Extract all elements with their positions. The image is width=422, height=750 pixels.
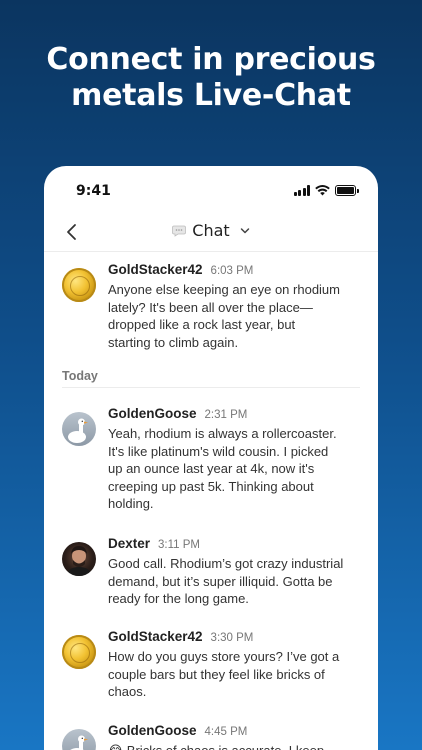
author-name[interactable]: GoldenGoose bbox=[108, 406, 197, 421]
chat-bubble-icon bbox=[172, 225, 187, 237]
timestamp: 4:45 PM bbox=[204, 726, 248, 738]
message-text: Anyone else keeping an eye on rhodium la… bbox=[108, 282, 340, 350]
avatar[interactable] bbox=[62, 412, 96, 446]
channel-selector[interactable]: Chat bbox=[44, 221, 378, 240]
message-text: 😂 Bricks of chaos is accurate. I keep bbox=[108, 742, 366, 750]
person-photo-icon bbox=[66, 546, 92, 576]
avatar[interactable] bbox=[62, 635, 96, 669]
divider-line bbox=[62, 387, 360, 388]
wifi-icon bbox=[315, 185, 330, 196]
timestamp: 3:30 PM bbox=[210, 632, 254, 644]
chevron-down-icon bbox=[240, 227, 249, 233]
day-divider: Today bbox=[62, 367, 360, 388]
status-bar: 9:41 bbox=[44, 166, 378, 212]
goose-icon bbox=[68, 418, 88, 443]
avatar[interactable] bbox=[62, 729, 96, 750]
message-header: GoldStacker42 6:03 PM bbox=[108, 262, 253, 277]
message-text: Yeah, rhodium is always a rollercoaster.… bbox=[108, 426, 337, 511]
headline-line-1: Connect in precious bbox=[46, 42, 376, 77]
message-text: Good call. Rhodium’s got crazy industria… bbox=[108, 556, 344, 606]
avatar[interactable] bbox=[62, 542, 96, 576]
chat-title: Chat bbox=[192, 221, 230, 240]
author-name[interactable]: GoldStacker42 bbox=[108, 262, 203, 277]
author-name[interactable]: GoldenGoose bbox=[108, 723, 197, 738]
phone-screen: 9:41 Chat GoldStacker42 6:03 PM Anyone e… bbox=[44, 166, 378, 750]
message-text: How do you guys store yours? I’ve got a … bbox=[108, 649, 340, 699]
day-divider-label: Today bbox=[62, 369, 98, 383]
status-icons bbox=[293, 184, 359, 196]
author-name[interactable]: GoldStacker42 bbox=[108, 629, 203, 644]
headline: Connect in precious metals Live-Chat bbox=[0, 42, 422, 114]
message-header: Dexter 3:11 PM bbox=[108, 536, 200, 551]
status-time: 9:41 bbox=[76, 183, 111, 199]
goose-icon bbox=[70, 735, 88, 750]
headline-line-2: metals Live-Chat bbox=[71, 78, 351, 113]
cellular-signal-icon bbox=[293, 185, 310, 196]
timestamp: 6:03 PM bbox=[210, 265, 254, 277]
author-name[interactable]: Dexter bbox=[108, 536, 150, 551]
avatar[interactable] bbox=[62, 268, 96, 302]
timestamp: 2:31 PM bbox=[204, 409, 248, 421]
battery-icon bbox=[335, 185, 359, 196]
message-header: GoldenGoose 4:45 PM bbox=[108, 723, 247, 738]
message-header: GoldenGoose 2:31 PM bbox=[108, 406, 247, 421]
timestamp: 3:11 PM bbox=[158, 539, 201, 551]
message-header: GoldStacker42 3:30 PM bbox=[108, 629, 253, 644]
nav-bar: Chat bbox=[44, 212, 378, 252]
